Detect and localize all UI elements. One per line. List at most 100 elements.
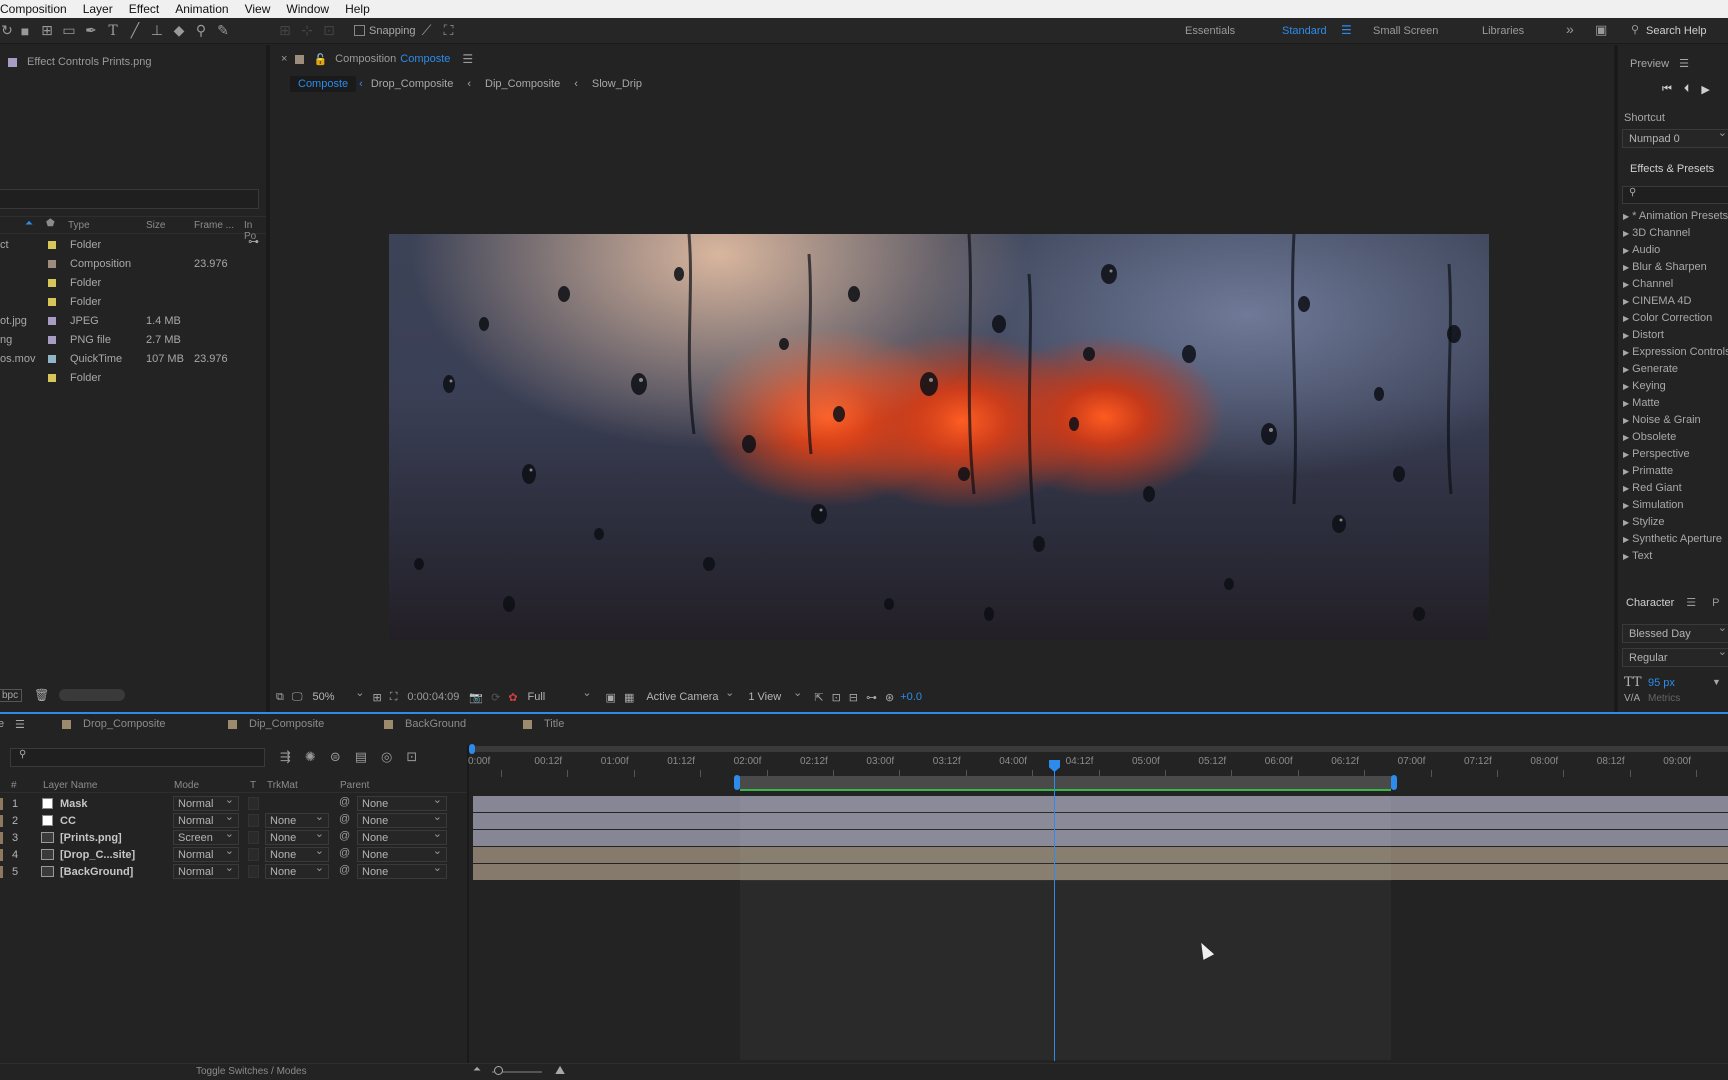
frame-blending-icon[interactable]: ▤ [355, 749, 367, 765]
parent-pick-whip-icon[interactable]: @ [339, 830, 350, 842]
puppet-pin-tool-icon[interactable]: ✎ [212, 21, 234, 41]
layer-name[interactable]: [Drop_C...site] [60, 849, 135, 861]
transparency-grid-icon[interactable]: ▦ [624, 691, 634, 704]
sync-settings-icon[interactable]: ▣ [1595, 22, 1607, 38]
layer-name[interactable]: [BackGround] [60, 866, 133, 878]
effects-presets-title[interactable]: Effects & Presets [1630, 163, 1714, 175]
time-navigator[interactable] [470, 746, 1728, 752]
first-frame-icon[interactable]: ⏮ [1662, 83, 1672, 96]
preserve-transparency-toggle[interactable] [248, 814, 259, 827]
composition-frame-image[interactable] [389, 234, 1489, 640]
paragraph-tab[interactable]: P [1712, 597, 1719, 609]
parent-pick-whip-icon[interactable]: @ [339, 796, 350, 808]
flowchart-icon[interactable]: ⊶ [248, 235, 259, 248]
brush-tool-icon[interactable]: ╱ [124, 21, 146, 41]
menu-window[interactable]: Window [278, 2, 337, 16]
project-search-field[interactable] [0, 189, 259, 209]
project-item-row[interactable]: os.mov QuickTime 107 MB 23.976 [0, 349, 240, 368]
search-help-field[interactable]: Search Help [1646, 25, 1707, 37]
workspace-menu-icon[interactable]: ☰ [1341, 23, 1352, 37]
search-icon[interactable]: ⚲ [1631, 23, 1639, 36]
safe-zones-icon[interactable]: ⊞ [372, 691, 381, 704]
current-time-display[interactable]: 0:00:04:09 [407, 691, 459, 703]
effect-category[interactable]: CINEMA 4D [1623, 295, 1691, 307]
menu-layer[interactable]: Layer [75, 2, 121, 16]
column-t[interactable]: T [250, 780, 256, 791]
effect-category[interactable]: Distort [1623, 329, 1664, 341]
effect-category[interactable]: Blur & Sharpen [1623, 261, 1707, 273]
breadcrumb-dip-composite[interactable]: Dip_Composite [485, 78, 560, 90]
menu-view[interactable]: View [237, 2, 279, 16]
track-matte-select[interactable]: None [265, 861, 329, 879]
font-size-dropdown-icon[interactable]: ▼ [1712, 677, 1721, 687]
sort-arrow-icon[interactable]: ⏶ [25, 218, 33, 229]
pen-tool-icon[interactable]: ✒ [80, 21, 102, 41]
effect-category[interactable]: Channel [1623, 278, 1673, 290]
flowchart-view-icon[interactable]: ⊶ [866, 691, 877, 704]
bit-depth-button[interactable]: bpc [0, 688, 23, 702]
effect-category[interactable]: Matte [1623, 397, 1660, 409]
fast-previews-icon[interactable]: ▣ [606, 691, 616, 704]
column-parent[interactable]: Parent [340, 780, 369, 791]
timeline-zoom-thumb[interactable] [494, 1066, 503, 1075]
track-matte-select[interactable]: None [265, 844, 329, 862]
tab-drop-composite[interactable]: Drop_Composite [62, 718, 166, 730]
workspace-small-screen[interactable]: Small Screen [1373, 25, 1438, 37]
label-color-swatch[interactable] [48, 335, 56, 344]
parent-select[interactable]: None [357, 793, 447, 811]
zoom-select[interactable]: 50% [308, 686, 368, 705]
timeline-search-field[interactable]: ⚲ [10, 748, 265, 767]
work-area-start-handle[interactable] [734, 775, 740, 790]
play-icon[interactable]: ▶ [1701, 83, 1709, 96]
project-item-row[interactable]: Composition 23.976 [0, 254, 240, 273]
comp-tab-name[interactable]: Composte [400, 53, 450, 65]
time-navigator-start-handle[interactable] [469, 744, 475, 754]
kerning-value[interactable]: Metrics [1648, 693, 1680, 704]
font-size-value[interactable]: 95 px [1648, 677, 1675, 689]
shortcut-select[interactable]: Numpad 0 [1622, 126, 1728, 148]
parent-select[interactable]: None [357, 861, 447, 879]
tab-dip-composite[interactable]: Dip_Composite [228, 718, 324, 730]
parent-select[interactable]: None [357, 827, 447, 845]
region-of-interest-icon[interactable]: ⛶ [390, 691, 398, 704]
effects-search-field[interactable]: ⚲ [1622, 186, 1728, 204]
graph-editor-icon[interactable]: ⊡ [406, 749, 417, 765]
timeline-icon[interactable]: ⊟ [849, 691, 858, 704]
track-matte-select[interactable]: None [265, 810, 329, 828]
menu-animation[interactable]: Animation [167, 2, 236, 16]
type-tool-icon[interactable]: T [102, 21, 124, 41]
monitor-icon[interactable]: 🖵 [292, 691, 303, 704]
workspace-standard[interactable]: Standard [1282, 25, 1327, 37]
parent-pick-whip-icon[interactable]: @ [339, 813, 350, 825]
menu-effect[interactable]: Effect [121, 2, 167, 16]
exposure-value[interactable]: +0.0 [900, 691, 922, 703]
project-scrollbar[interactable] [59, 689, 126, 701]
effect-category[interactable]: Keying [1623, 380, 1666, 392]
font-style-select[interactable]: Regular [1622, 645, 1728, 667]
axis-mode-icon[interactable]: ⊞ [274, 21, 296, 41]
resolution-select[interactable]: Full [524, 686, 596, 705]
hide-shy-layers-icon[interactable]: ⊜ [330, 749, 341, 765]
fast-draft-icon[interactable]: ⊡ [832, 691, 841, 704]
layer-name[interactable]: CC [60, 815, 76, 827]
layer-name[interactable]: Mask [60, 798, 88, 810]
effect-category[interactable]: Red Giant [1623, 482, 1682, 494]
blend-mode-select[interactable]: Normal [173, 861, 239, 879]
parent-pick-whip-icon[interactable]: @ [339, 864, 350, 876]
always-preview-icon[interactable]: ⧉ [276, 691, 284, 704]
camera-select[interactable]: Active Camera [642, 686, 738, 705]
effect-category[interactable]: Obsolete [1623, 431, 1676, 443]
effect-category[interactable]: Expression Controls [1623, 346, 1728, 358]
breadcrumb-drop-composite[interactable]: Drop_Composite [371, 78, 454, 90]
view-layout-select[interactable]: 1 View [744, 686, 806, 705]
current-time-indicator[interactable] [1054, 760, 1055, 1061]
blend-mode-select[interactable]: Normal [173, 810, 239, 828]
label-color-swatch[interactable] [48, 354, 56, 363]
label-color-swatch[interactable] [48, 297, 56, 306]
clone-stamp-tool-icon[interactable]: ⊥ [146, 21, 168, 41]
zoom-out-icon[interactable]: ⏶ [473, 1064, 481, 1075]
close-tab-icon[interactable]: × [281, 53, 287, 65]
show-snapshot-icon[interactable]: ⟳ [491, 691, 500, 704]
column-frame-rate[interactable]: Frame ... [194, 220, 234, 231]
color-channels-icon[interactable]: ✿ [508, 691, 517, 704]
